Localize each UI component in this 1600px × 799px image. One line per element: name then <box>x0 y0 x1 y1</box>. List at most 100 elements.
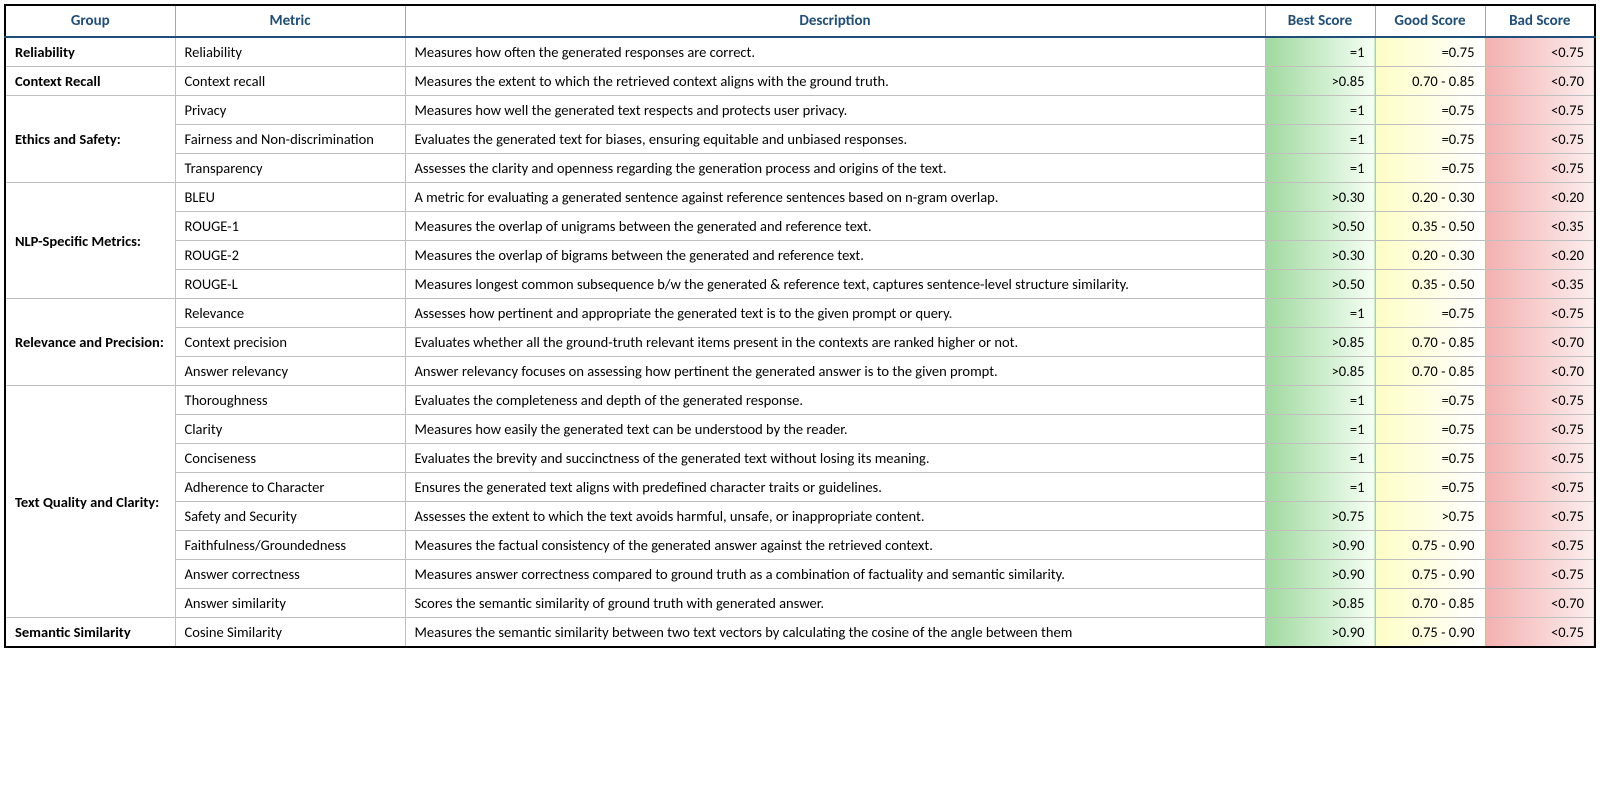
description-cell: Measures longest common subsequence b/w … <box>405 270 1265 299</box>
best-score-cell: =1 <box>1265 37 1375 67</box>
bad-score-cell: <0.75 <box>1485 37 1595 67</box>
bad-score-cell: <0.70 <box>1485 67 1595 96</box>
bad-score-cell: <0.20 <box>1485 241 1595 270</box>
best-score-cell: =1 <box>1265 96 1375 125</box>
metric-cell: ROUGE-2 <box>175 241 405 270</box>
description-cell: Assesses how pertinent and appropriate t… <box>405 299 1265 328</box>
good-score-cell: =0.75 <box>1375 386 1485 415</box>
table-header-row: Group Metric Description Best Score Good… <box>5 5 1595 37</box>
good-score-cell: =0.75 <box>1375 37 1485 67</box>
best-score-cell: >0.85 <box>1265 589 1375 618</box>
table-row: ReliabilityReliabilityMeasures how often… <box>5 37 1595 67</box>
bad-score-cell: <0.75 <box>1485 415 1595 444</box>
good-score-cell: 0.70 - 0.85 <box>1375 328 1485 357</box>
best-score-cell: =1 <box>1265 125 1375 154</box>
metrics-table: Group Metric Description Best Score Good… <box>4 4 1596 648</box>
bad-score-cell: <0.75 <box>1485 299 1595 328</box>
metric-cell: Answer similarity <box>175 589 405 618</box>
best-score-cell: =1 <box>1265 473 1375 502</box>
metric-cell: Privacy <box>175 96 405 125</box>
table-row: Context precisionEvaluates whether all t… <box>5 328 1595 357</box>
bad-score-cell: <0.75 <box>1485 444 1595 473</box>
description-cell: Measures the extent to which the retriev… <box>405 67 1265 96</box>
description-cell: Measures the semantic similarity between… <box>405 618 1265 648</box>
table-row: Adherence to CharacterEnsures the genera… <box>5 473 1595 502</box>
good-score-cell: 0.70 - 0.85 <box>1375 357 1485 386</box>
best-score-cell: >0.75 <box>1265 502 1375 531</box>
good-score-cell: =0.75 <box>1375 444 1485 473</box>
group-cell: NLP-Specific Metrics: <box>5 183 175 299</box>
header-description: Description <box>405 5 1265 37</box>
good-score-cell: 0.35 - 0.50 <box>1375 212 1485 241</box>
description-cell: Measures the overlap of unigrams between… <box>405 212 1265 241</box>
description-cell: Answer relevancy focuses on assessing ho… <box>405 357 1265 386</box>
metric-cell: Context recall <box>175 67 405 96</box>
description-cell: Scores the semantic similarity of ground… <box>405 589 1265 618</box>
table-row: ROUGE-2Measures the overlap of bigrams b… <box>5 241 1595 270</box>
metric-cell: Clarity <box>175 415 405 444</box>
metric-cell: Relevance <box>175 299 405 328</box>
good-score-cell: 0.20 - 0.30 <box>1375 183 1485 212</box>
good-score-cell: =0.75 <box>1375 96 1485 125</box>
metric-cell: Fairness and Non-discrimination <box>175 125 405 154</box>
metric-cell: Faithfulness/Groundedness <box>175 531 405 560</box>
best-score-cell: =1 <box>1265 299 1375 328</box>
header-good: Good Score <box>1375 5 1485 37</box>
metric-cell: Transparency <box>175 154 405 183</box>
group-cell: Ethics and Safety: <box>5 96 175 183</box>
metric-cell: Thoroughness <box>175 386 405 415</box>
description-cell: Assesses the extent to which the text av… <box>405 502 1265 531</box>
description-cell: Evaluates whether all the ground-truth r… <box>405 328 1265 357</box>
bad-score-cell: <0.75 <box>1485 386 1595 415</box>
good-score-cell: >0.75 <box>1375 502 1485 531</box>
good-score-cell: =0.75 <box>1375 415 1485 444</box>
bad-score-cell: <0.70 <box>1485 357 1595 386</box>
best-score-cell: >0.85 <box>1265 328 1375 357</box>
description-cell: Measures answer correctness compared to … <box>405 560 1265 589</box>
header-metric: Metric <box>175 5 405 37</box>
bad-score-cell: <0.75 <box>1485 473 1595 502</box>
table-row: Relevance and Precision:RelevanceAssesse… <box>5 299 1595 328</box>
bad-score-cell: <0.75 <box>1485 560 1595 589</box>
description-cell: A metric for evaluating a generated sent… <box>405 183 1265 212</box>
header-best: Best Score <box>1265 5 1375 37</box>
table-row: ClarityMeasures how easily the generated… <box>5 415 1595 444</box>
table-row: Safety and SecurityAssesses the extent t… <box>5 502 1595 531</box>
good-score-cell: 0.20 - 0.30 <box>1375 241 1485 270</box>
metric-cell: Adherence to Character <box>175 473 405 502</box>
table-row: TransparencyAssesses the clarity and ope… <box>5 154 1595 183</box>
best-score-cell: >0.30 <box>1265 183 1375 212</box>
metric-cell: Reliability <box>175 37 405 67</box>
metric-cell: Answer correctness <box>175 560 405 589</box>
table-row: Answer relevancyAnswer relevancy focuses… <box>5 357 1595 386</box>
table-row: Text Quality and Clarity:ThoroughnessEva… <box>5 386 1595 415</box>
good-score-cell: =0.75 <box>1375 473 1485 502</box>
metric-cell: ROUGE-1 <box>175 212 405 241</box>
best-score-cell: >0.50 <box>1265 212 1375 241</box>
best-score-cell: =1 <box>1265 444 1375 473</box>
bad-score-cell: <0.75 <box>1485 125 1595 154</box>
description-cell: Evaluates the completeness and depth of … <box>405 386 1265 415</box>
good-score-cell: 0.70 - 0.85 <box>1375 589 1485 618</box>
description-cell: Measures how easily the generated text c… <box>405 415 1265 444</box>
best-score-cell: >0.90 <box>1265 618 1375 648</box>
table-row: ROUGE-1Measures the overlap of unigrams … <box>5 212 1595 241</box>
best-score-cell: =1 <box>1265 415 1375 444</box>
group-cell: Semantic Similarity <box>5 618 175 648</box>
table-row: Faithfulness/GroundednessMeasures the fa… <box>5 531 1595 560</box>
group-cell: Context Recall <box>5 67 175 96</box>
metric-cell: Safety and Security <box>175 502 405 531</box>
group-cell: Reliability <box>5 37 175 67</box>
bad-score-cell: <0.75 <box>1485 154 1595 183</box>
metric-cell: Context precision <box>175 328 405 357</box>
description-cell: Evaluates the brevity and succinctness o… <box>405 444 1265 473</box>
best-score-cell: >0.50 <box>1265 270 1375 299</box>
group-cell: Relevance and Precision: <box>5 299 175 386</box>
best-score-cell: >0.90 <box>1265 531 1375 560</box>
description-cell: Measures how often the generated respons… <box>405 37 1265 67</box>
table-row: ConcisenessEvaluates the brevity and suc… <box>5 444 1595 473</box>
table-row: Answer similarityScores the semantic sim… <box>5 589 1595 618</box>
bad-score-cell: <0.75 <box>1485 618 1595 648</box>
best-score-cell: >0.85 <box>1265 67 1375 96</box>
best-score-cell: =1 <box>1265 386 1375 415</box>
